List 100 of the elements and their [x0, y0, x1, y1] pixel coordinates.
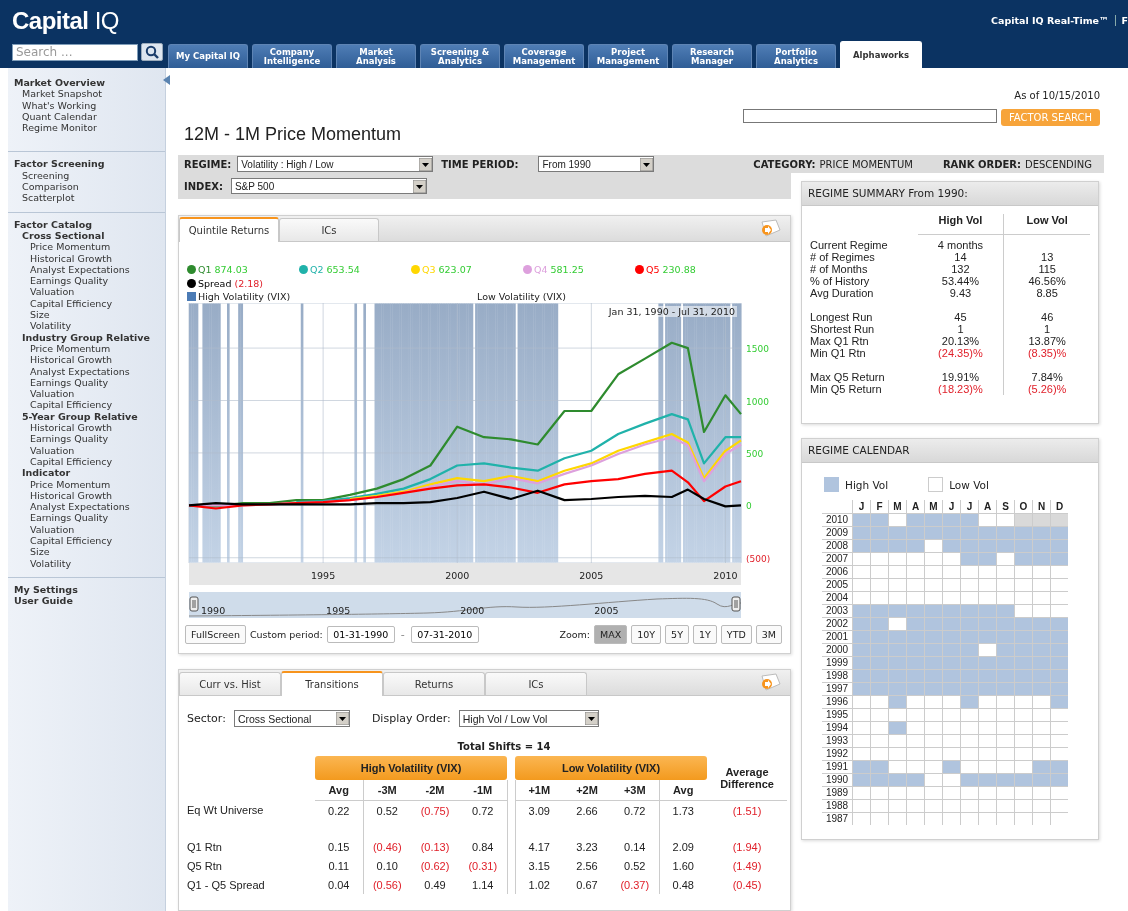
nav-tab[interactable]: Company Intelligence: [252, 44, 332, 68]
panel-tab[interactable]: Curr vs. Hist: [179, 672, 281, 695]
nav-tab[interactable]: Portfolio Analytics: [756, 44, 836, 68]
sidebar-link[interactable]: Earnings Quality: [14, 275, 165, 287]
legend-label: Low Vol: [949, 478, 989, 491]
sidebar-link[interactable]: Scatterplot: [14, 192, 165, 204]
table-cell: 3.09: [528, 804, 550, 817]
sector-dropdown[interactable]: Cross Sectional: [233, 710, 350, 727]
sidebar-link[interactable]: Capital Efficiency: [14, 535, 165, 547]
table-cell: (0.56): [372, 878, 402, 891]
column-header: Average Difference: [720, 766, 774, 790]
panel-tab[interactable]: ICs: [485, 672, 587, 695]
sidebar-heading[interactable]: Factor Screening: [14, 158, 165, 170]
table-cell: 0.04: [328, 878, 350, 891]
nav-tab[interactable]: Market Analysis: [336, 44, 416, 68]
time-period-dropdown[interactable]: From 1990: [538, 156, 655, 172]
nav-tab[interactable]: Screening & Analytics: [420, 44, 500, 68]
sidebar-link[interactable]: Price Momentum: [14, 342, 165, 355]
sidebar-link[interactable]: Quant Calendar: [14, 110, 165, 123]
sidebar-heading[interactable]: Factor Catalog: [14, 218, 165, 230]
zoom-button[interactable]: MAX: [594, 625, 628, 644]
sidebar-link[interactable]: Capital Efficiency: [14, 297, 165, 310]
table-cell: 1: [1044, 323, 1051, 335]
sidebar-link[interactable]: Earnings Quality: [14, 433, 165, 445]
table-cell: 4 months: [937, 239, 984, 251]
sidebar-subheading[interactable]: Indicator: [14, 467, 165, 479]
sidebar-subheading[interactable]: Cross Sectional: [14, 229, 165, 242]
row-label: Min Q1 Rtn: [810, 347, 866, 359]
search-field[interactable]: Search ...: [12, 43, 138, 61]
regime-dropdown[interactable]: Volatility : High / Low: [237, 156, 434, 172]
sidebar-link[interactable]: Size: [14, 546, 165, 558]
fullscreen-button[interactable]: FullScreen: [185, 625, 246, 644]
sidebar-link[interactable]: Valuation: [14, 286, 165, 298]
table-cell: 0.15: [328, 841, 350, 853]
y-axis-label: 1000: [746, 396, 769, 407]
sidebar-link[interactable]: Historical Growth: [14, 422, 165, 434]
date-field[interactable]: 01-31-1990: [326, 626, 395, 643]
sidebar-link[interactable]: Volatility: [14, 320, 165, 332]
table-cell: 1.60: [672, 859, 694, 872]
nav-tab[interactable]: My Capital IQ: [168, 44, 248, 68]
legend-value: (2.18): [234, 278, 264, 289]
table-cell: (0.62): [420, 859, 450, 872]
zoom-button[interactable]: 10Y: [631, 625, 662, 644]
sidebar-subheading[interactable]: Industry Group Relative: [14, 331, 165, 343]
sidebar-link[interactable]: Earnings Quality: [14, 512, 165, 524]
sidebar-link[interactable]: Regime Monitor: [14, 122, 165, 134]
y-axis-label: 500: [746, 448, 764, 459]
display-order-dropdown[interactable]: High Vol / Low Vol: [458, 710, 599, 727]
column-header: -1M: [473, 784, 493, 796]
sidebar-link[interactable]: Historical Growth: [14, 489, 165, 502]
zoom-button[interactable]: YTD: [720, 625, 752, 644]
index-dropdown[interactable]: S&P 500: [230, 178, 427, 194]
nav-tab[interactable]: Project Management: [588, 44, 668, 68]
sidebar-link[interactable]: Screening: [14, 169, 165, 182]
dropdown-arrow-icon: [584, 712, 598, 725]
sidebar-link[interactable]: Analyst Expectations: [14, 263, 165, 276]
header-link[interactable]: F: [1121, 14, 1128, 26]
date-field[interactable]: 07-31-2010: [410, 626, 479, 643]
range-handle[interactable]: [189, 596, 199, 612]
sidebar-link[interactable]: Earnings Quality: [14, 376, 165, 389]
panel-tab[interactable]: Transitions: [281, 671, 383, 696]
sidebar-link[interactable]: Valuation: [14, 444, 165, 456]
factor-search-field[interactable]: [742, 109, 997, 123]
sidebar-link[interactable]: Valuation: [14, 388, 165, 400]
sidebar-heading[interactable]: User Guide: [14, 595, 165, 607]
sidebar-link[interactable]: Comparison: [14, 181, 165, 193]
sidebar-link[interactable]: Price Momentum: [14, 241, 165, 253]
sidebar-link[interactable]: Historical Growth: [14, 252, 165, 264]
panel-tab[interactable]: ICs: [279, 218, 379, 241]
nav-tab[interactable]: Coverage Management: [504, 44, 584, 68]
sidebar-link[interactable]: Analyst Expectations: [14, 501, 165, 513]
sidebar-subheading[interactable]: 5-Year Group Relative: [14, 410, 165, 422]
sidebar-link[interactable]: What's Working: [14, 99, 165, 111]
zoom-button[interactable]: 1Y: [692, 625, 717, 644]
sidebar-link[interactable]: Capital Efficiency: [14, 399, 165, 411]
table-cell: 0.11: [328, 859, 350, 872]
panel-tab[interactable]: Returns: [383, 672, 485, 695]
nav-tab[interactable]: Alphaworks: [840, 41, 922, 68]
table-cell: 1.02: [528, 878, 550, 891]
nav-tab[interactable]: Research Manager: [672, 44, 752, 68]
sidebar-link[interactable]: Historical Growth: [14, 354, 165, 366]
sidebar-link[interactable]: Size: [14, 309, 165, 321]
sidebar-link[interactable]: Capital Efficiency: [14, 455, 165, 468]
sidebar-link[interactable]: Price Momentum: [14, 478, 165, 490]
column-header: +3M: [623, 784, 646, 796]
legend-label: Q5: [646, 264, 660, 275]
high-volatility-swatch: [187, 292, 196, 301]
sidebar-link[interactable]: Volatility: [14, 557, 165, 569]
sidebar-link[interactable]: Analyst Expectations: [14, 365, 165, 377]
panel-tab[interactable]: Quintile Returns: [179, 217, 279, 242]
sidebar-link[interactable]: Valuation: [14, 523, 165, 535]
zoom-button[interactable]: 3M: [755, 625, 782, 644]
sidebar-heading[interactable]: My Settings: [14, 583, 165, 596]
zoom-button[interactable]: 5Y: [665, 625, 689, 644]
realtime-link[interactable]: Capital IQ Real-Time™: [991, 14, 1109, 26]
search-button[interactable]: [141, 43, 163, 61]
panel-title: REGIME SUMMARY From 1990:: [802, 182, 1098, 206]
range-handle[interactable]: [731, 596, 741, 612]
sidebar-heading[interactable]: Market Overview: [14, 77, 165, 89]
sidebar-link[interactable]: Market Snapshot: [14, 88, 165, 100]
